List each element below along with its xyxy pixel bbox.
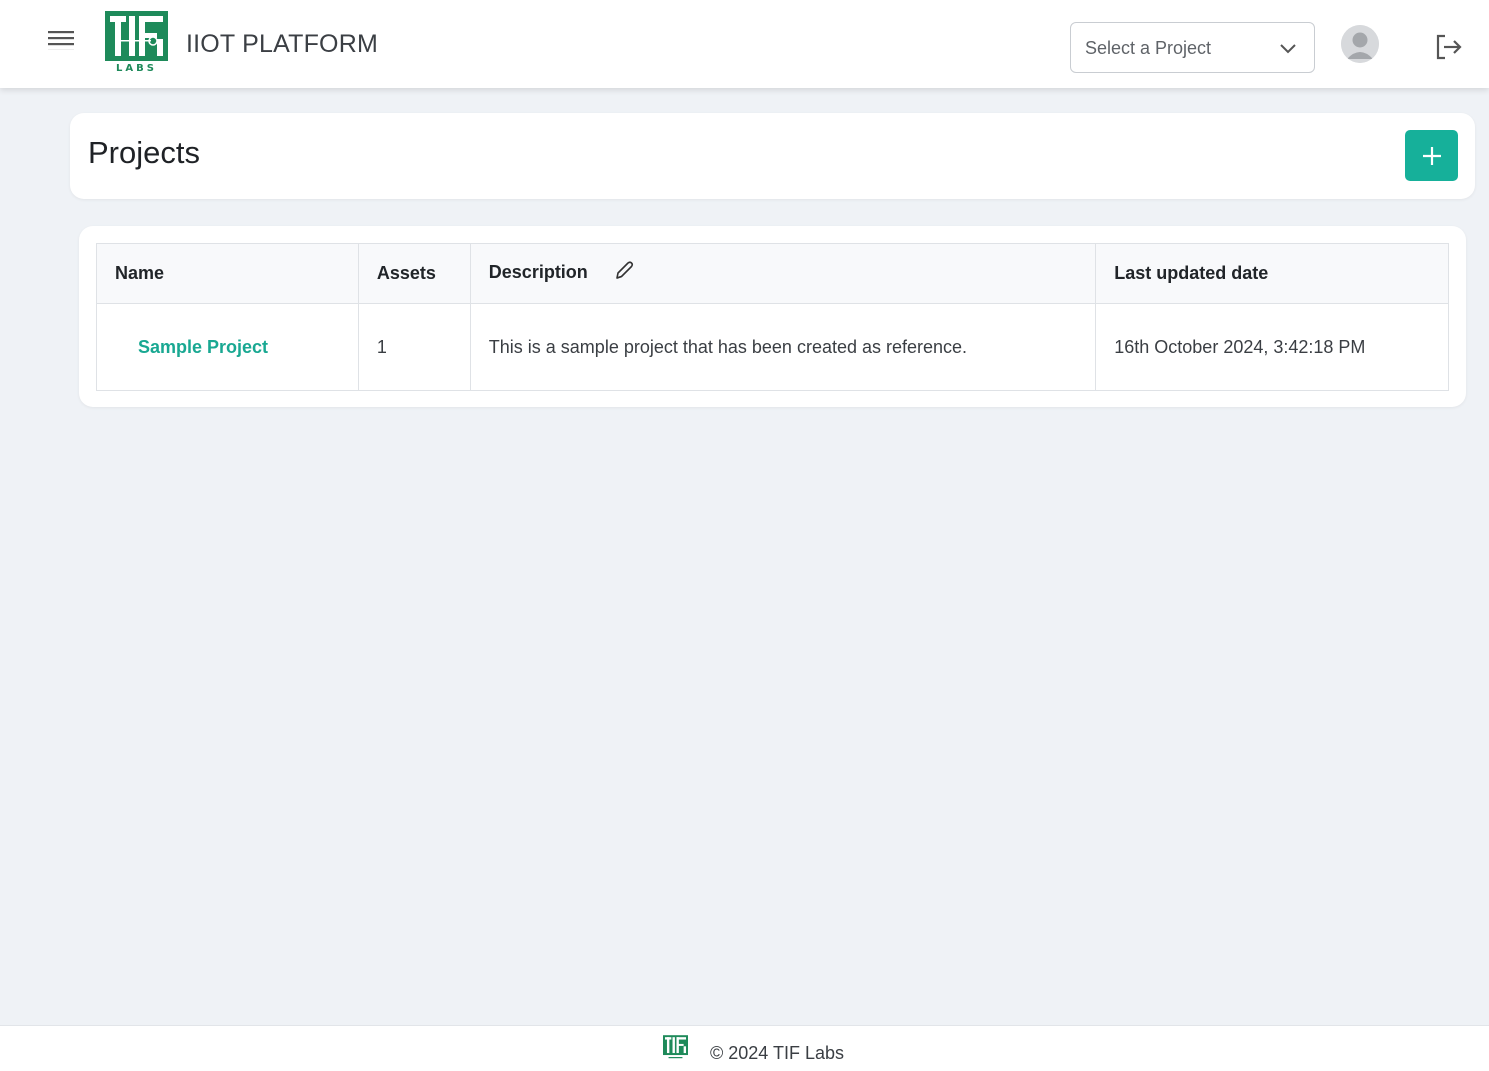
- page-title: Projects: [88, 135, 200, 170]
- project-name-link[interactable]: Sample Project: [115, 337, 268, 358]
- cell-description: This is a sample project that has been c…: [469, 303, 1097, 391]
- page-title-card: Projects: [70, 113, 1475, 199]
- cell-assets: 1: [357, 303, 471, 391]
- pencil-edit-icon[interactable]: [613, 260, 635, 282]
- project-select-placeholder: Select a Project: [1085, 38, 1212, 58]
- logo-text: LABS: [116, 63, 157, 73]
- chevron-down-icon: [1278, 39, 1298, 59]
- project-select[interactable]: Select a Project: [1070, 22, 1315, 73]
- table-row: Sample Project 1 This is a sample projec…: [96, 303, 1449, 391]
- column-header-name[interactable]: Name: [96, 243, 359, 304]
- user-avatar-icon[interactable]: [1341, 25, 1379, 63]
- column-header-last-updated[interactable]: Last updated date: [1095, 243, 1449, 304]
- add-project-button[interactable]: [1405, 130, 1458, 181]
- footer: © 2024 TIF Labs: [0, 1025, 1489, 1071]
- footer-copyright: © 2024 TIF Labs: [710, 1043, 845, 1063]
- cell-name: Sample Project: [96, 303, 359, 391]
- cell-last-updated: 16th October 2024, 3:42:18 PM: [1095, 303, 1449, 391]
- tif-labs-logo[interactable]: LABS: [105, 11, 168, 74]
- column-header-description-label: Description: [488, 262, 588, 283]
- logout-icon[interactable]: [1433, 32, 1463, 62]
- top-header: LABS IIOT PLATFORM Select a Project: [0, 0, 1489, 88]
- column-header-assets[interactable]: Assets: [357, 243, 471, 304]
- app-title: IIOT PLATFORM: [186, 30, 378, 58]
- column-header-description[interactable]: Description: [469, 243, 1097, 304]
- projects-table: Name Assets Description Last updated dat…: [96, 243, 1449, 391]
- plus-icon: [1423, 147, 1441, 165]
- menu-icon[interactable]: [46, 28, 76, 52]
- projects-table-card: Name Assets Description Last updated dat…: [79, 226, 1466, 407]
- footer-logo: [663, 1035, 688, 1060]
- table-header-row: Name Assets Description Last updated dat…: [96, 243, 1449, 304]
